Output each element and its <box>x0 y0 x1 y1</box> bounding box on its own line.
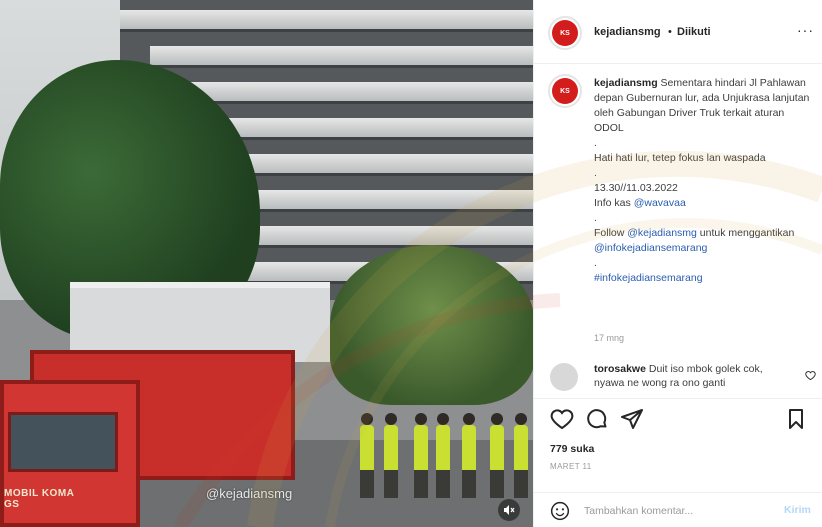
post-date: MARET 11 <box>550 462 592 471</box>
post-media[interactable]: MOBIL KOMA GS @kejadiansmg <box>0 0 533 527</box>
commenter-avatar[interactable] <box>550 363 578 391</box>
comment-text: torosakwe Duit iso mbok golek cok, nyawa… <box>594 362 794 390</box>
caption-dot: . <box>594 212 597 224</box>
caption-avatar[interactable]: KS <box>548 74 582 108</box>
post-comment-button[interactable]: Kirim <box>784 504 811 516</box>
hashtag-link[interactable]: #infokejadiansemarang <box>594 271 816 286</box>
caption-username[interactable]: kejadiansmg <box>594 77 658 89</box>
media-truck-label: MOBIL KOMA GS <box>4 488 134 510</box>
comment-heart-icon[interactable] <box>805 370 816 381</box>
bookmark-icon[interactable] <box>784 407 808 431</box>
likes-count[interactable]: 779 suka <box>550 443 594 455</box>
media-hedge <box>330 245 533 405</box>
volume-muted-icon[interactable] <box>498 499 520 521</box>
header-separator: • <box>668 26 672 38</box>
truck-label-text: MOBIL KOMA <box>4 488 75 499</box>
kejadiansmg-logo-icon: KS <box>552 20 578 46</box>
caption-info-prefix: Info kas <box>594 197 631 209</box>
media-watermark: @kejadiansmg <box>206 486 293 501</box>
caption-follow-prefix: Follow <box>594 227 625 239</box>
caption-follow-suffix: untuk menggantikan <box>699 227 795 239</box>
caption-text: kejadiansmg Sementara hindari Jl Pahlawa… <box>594 76 816 286</box>
emoji-icon[interactable] <box>550 501 570 521</box>
caption-dot: . <box>594 137 597 149</box>
caption-dot: . <box>594 167 597 179</box>
mention-link[interactable]: @wavavaa <box>634 197 686 209</box>
post-actions <box>534 398 822 438</box>
post-sidebar: KS kejadiansmg • Diikuti ··· KS kejadian… <box>533 0 822 527</box>
caption-info-line: Info kas @wavavaa <box>594 196 816 211</box>
comment-input[interactable] <box>584 502 774 520</box>
caption-line-warning: Hati hati lur, tetep fokus lan waspada <box>594 152 766 164</box>
media-truck-window <box>8 412 118 472</box>
send-icon[interactable] <box>620 407 644 431</box>
follow-status-button[interactable]: Diikuti <box>677 26 711 38</box>
post-caption: KS kejadiansmg Sementara hindari Jl Pahl… <box>534 70 822 350</box>
mention-link[interactable]: @kejadiansmg <box>627 227 697 239</box>
header-username[interactable]: kejadiansmg <box>594 26 661 38</box>
mention-link[interactable]: @infokejadiansemarang <box>594 241 816 256</box>
account-avatar[interactable]: KS <box>548 16 582 50</box>
kejadiansmg-logo-icon: KS <box>552 78 578 104</box>
caption-follow-line: Follow @kejadiansmg untuk menggantikan <box>594 226 816 241</box>
truck-plate-text: GS <box>4 499 20 510</box>
caption-timestamp: 13.30//11.03.2022 <box>594 182 678 194</box>
caption-time-ago: 17 mng <box>594 333 625 343</box>
caption-dot: . <box>594 257 597 269</box>
comment-item: torosakwe Duit iso mbok golek cok, nyawa… <box>534 357 822 395</box>
post-header: KS kejadiansmg • Diikuti ··· <box>534 0 822 64</box>
more-options-icon[interactable]: ··· <box>797 22 814 38</box>
comment-username[interactable]: torosakwe <box>594 363 646 375</box>
add-comment-bar: Kirim <box>534 492 822 527</box>
comment-icon[interactable] <box>585 407 609 431</box>
heart-icon[interactable] <box>550 407 574 431</box>
